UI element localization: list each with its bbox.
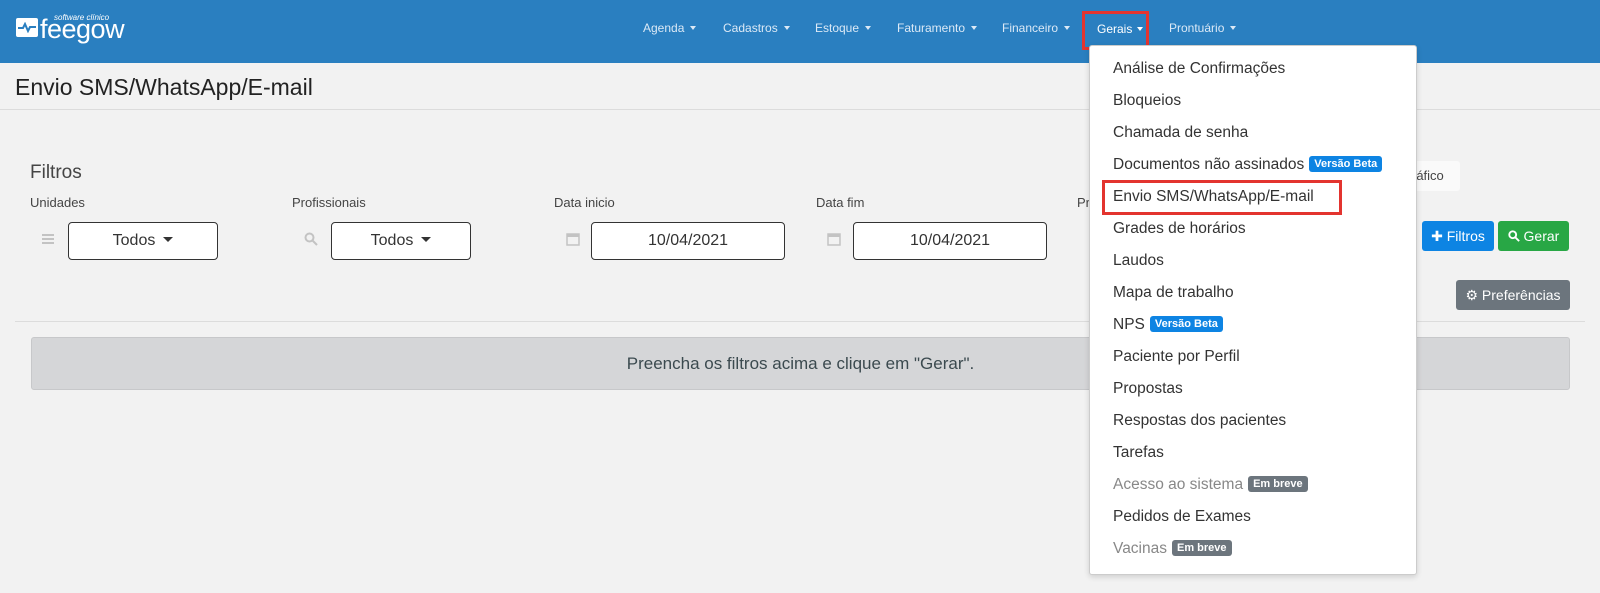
beta-badge: Versão Beta bbox=[1309, 156, 1383, 172]
calendar-icon bbox=[827, 232, 841, 246]
menu-item-analise-confirmacoes[interactable]: Análise de Confirmações bbox=[1113, 60, 1285, 78]
unidades-value: Todos bbox=[112, 232, 156, 249]
feegow-logo[interactable]: software clínico feegow bbox=[16, 12, 125, 44]
nav-cadastros[interactable]: Cadastros bbox=[723, 21, 790, 35]
data-fim-label: Data fim bbox=[816, 195, 865, 210]
menu-item-propostas[interactable]: Propostas bbox=[1113, 380, 1183, 398]
menu-item-label: Bloqueios bbox=[1113, 92, 1182, 109]
list-icon bbox=[41, 232, 55, 246]
profissionais-value: Todos bbox=[370, 232, 414, 249]
filtros-button[interactable]: ✚ Filtros bbox=[1422, 221, 1494, 251]
soon-badge: Em breve bbox=[1172, 540, 1232, 556]
menu-item-label: Envio SMS/WhatsApp/E-mail bbox=[1113, 188, 1314, 205]
menu-item-label: Acesso ao sistema bbox=[1113, 476, 1244, 493]
soon-badge: Em breve bbox=[1248, 476, 1308, 492]
search-icon bbox=[1507, 228, 1520, 244]
menu-item-label: Respostas dos pacientes bbox=[1113, 412, 1287, 429]
menu-item-envio-sms[interactable]: Envio SMS/WhatsApp/E-mail bbox=[1113, 188, 1314, 206]
gerar-button-label: Gerar bbox=[1523, 228, 1560, 244]
caret-down-icon bbox=[421, 237, 432, 243]
profissionais-select[interactable]: Todos bbox=[331, 222, 471, 260]
menu-item-label: Paciente por Perfil bbox=[1113, 348, 1240, 365]
menu-item-paciente-perfil[interactable]: Paciente por Perfil bbox=[1113, 348, 1240, 366]
menu-item-label: Chamada de senha bbox=[1113, 124, 1249, 141]
nav-financeiro[interactable]: Financeiro bbox=[1002, 21, 1071, 35]
profissionais-label: Profissionais bbox=[292, 195, 366, 210]
filters-heading: Filtros bbox=[30, 162, 82, 183]
logo-text: feegow bbox=[40, 14, 125, 44]
caret-down-icon bbox=[1064, 25, 1071, 30]
menu-item-label: NPS bbox=[1113, 316, 1145, 333]
nav-label: Financeiro bbox=[1002, 21, 1059, 35]
menu-item-mapa-trabalho[interactable]: Mapa de trabalho bbox=[1113, 284, 1234, 302]
menu-item-respostas-pacientes[interactable]: Respostas dos pacientes bbox=[1113, 412, 1286, 430]
preferencias-button-label: Preferências bbox=[1481, 287, 1561, 303]
menu-item-nps[interactable]: NPS Versão Beta bbox=[1113, 316, 1223, 334]
gear-icon: ⚙ bbox=[1465, 287, 1482, 303]
caret-down-icon bbox=[783, 25, 790, 30]
nav-agenda[interactable]: Agenda bbox=[643, 21, 697, 35]
menu-item-label: Tarefas bbox=[1113, 444, 1164, 461]
nav-label: Cadastros bbox=[723, 21, 778, 35]
nav-label: Estoque bbox=[815, 21, 860, 35]
menu-item-grades-horarios[interactable]: Grades de horários bbox=[1113, 220, 1246, 238]
menu-item-label: Laudos bbox=[1113, 252, 1164, 269]
menu-item-laudos[interactable]: Laudos bbox=[1113, 252, 1164, 270]
nav-label: Gerais bbox=[1097, 22, 1133, 36]
nav-estoque[interactable]: Estoque bbox=[815, 21, 872, 35]
menu-item-chamada-senha[interactable]: Chamada de senha bbox=[1113, 124, 1248, 142]
caret-down-icon bbox=[865, 25, 872, 30]
nav-label: Agenda bbox=[643, 21, 685, 35]
gerar-button[interactable]: Gerar bbox=[1498, 221, 1569, 251]
caret-down-icon bbox=[163, 237, 174, 243]
page-title: Envio SMS/WhatsApp/E-mail bbox=[15, 74, 313, 100]
filtros-button-label: Filtros bbox=[1446, 228, 1485, 244]
nav-prontuario[interactable]: Prontuário bbox=[1169, 21, 1237, 35]
menu-item-pedidos-exames[interactable]: Pedidos de Exames bbox=[1113, 508, 1251, 526]
menu-item-bloqueios[interactable]: Bloqueios bbox=[1113, 92, 1181, 110]
caret-down-icon bbox=[971, 25, 978, 30]
menu-item-label: Mapa de trabalho bbox=[1113, 284, 1234, 301]
menu-item-acesso-sistema: Acesso ao sistema Em breve bbox=[1113, 476, 1308, 494]
menu-item-documentos-nao-assinados[interactable]: Documentos não assinados Versão Beta bbox=[1113, 156, 1383, 174]
calendar-icon bbox=[566, 232, 580, 246]
unidades-label: Unidades bbox=[30, 195, 85, 210]
data-inicio-label: Data inicio bbox=[554, 195, 615, 210]
beta-badge: Versão Beta bbox=[1149, 316, 1223, 332]
menu-item-label: Propostas bbox=[1113, 380, 1183, 397]
plus-icon: ✚ bbox=[1431, 228, 1447, 244]
caret-down-icon bbox=[1230, 25, 1237, 30]
menu-item-label: Vacinas bbox=[1113, 540, 1167, 557]
caret-down-icon bbox=[1137, 26, 1144, 31]
nav-label: Faturamento bbox=[897, 21, 966, 35]
nav-faturamento[interactable]: Faturamento bbox=[897, 21, 978, 35]
preferencias-button[interactable]: ⚙ Preferências bbox=[1456, 280, 1570, 310]
menu-item-label: Pedidos de Exames bbox=[1113, 508, 1251, 525]
data-inicio-input[interactable]: 10/04/2021 bbox=[591, 222, 785, 260]
caret-down-icon bbox=[690, 25, 697, 30]
menu-item-label: Grades de horários bbox=[1113, 220, 1246, 237]
menu-item-label: Documentos não assinados bbox=[1113, 156, 1305, 173]
data-fim-input[interactable]: 10/04/2021 bbox=[853, 222, 1047, 260]
logo-pulse-icon bbox=[16, 18, 38, 37]
menu-item-label: Análise de Confirmações bbox=[1113, 60, 1286, 77]
nav-label: Prontuário bbox=[1169, 21, 1225, 35]
menu-item-vacinas: Vacinas Em breve bbox=[1113, 540, 1232, 558]
menu-item-tarefas[interactable]: Tarefas bbox=[1113, 444, 1164, 462]
unidades-select[interactable]: Todos bbox=[68, 222, 218, 260]
gerais-dropdown-menu: Análise de Confirmações Bloqueios Chamad… bbox=[1089, 45, 1417, 575]
search-icon bbox=[304, 232, 318, 246]
